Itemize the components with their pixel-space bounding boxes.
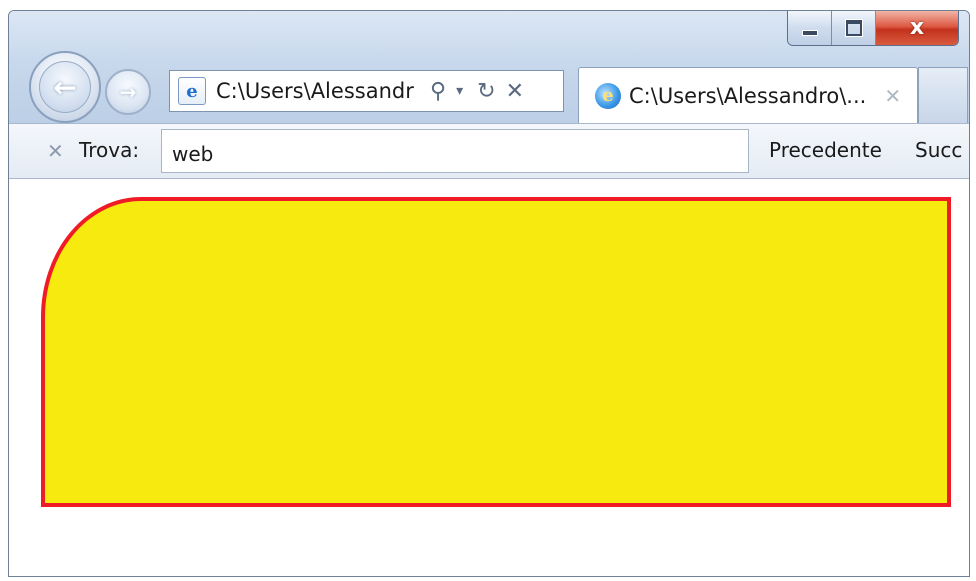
page-content xyxy=(9,179,969,576)
forward-arrow-icon: → xyxy=(119,80,137,104)
forward-button[interactable]: → xyxy=(105,69,151,115)
address-url[interactable]: C:\Users\Alessandr xyxy=(216,79,426,103)
stop-icon[interactable]: ✕ xyxy=(506,79,524,104)
find-input[interactable]: web xyxy=(161,129,749,173)
refresh-icon[interactable]: ↻ xyxy=(477,79,495,104)
chevron-down-icon[interactable]: ▾ xyxy=(456,83,463,99)
find-bar: ✕ Trova: web Precedente Succ xyxy=(9,123,969,179)
address-bar[interactable]: e C:\Users\Alessandr ⚲ ▾ ↻ ✕ xyxy=(169,70,564,112)
close-icon: x xyxy=(909,15,925,40)
ie-logo-icon: e xyxy=(595,82,621,109)
close-window-button[interactable]: x xyxy=(876,11,958,45)
back-arrow-icon: ← xyxy=(39,61,91,113)
rounded-yellow-box xyxy=(41,197,951,507)
ie-page-icon: e xyxy=(178,77,206,105)
maximize-button[interactable] xyxy=(832,11,876,45)
find-close-icon[interactable]: ✕ xyxy=(47,139,64,163)
title-bar: x ← → e C:\Users\Alessandr ⚲ ▾ ↻ ✕ e C:\… xyxy=(9,11,969,123)
tab-active[interactable]: e C:\Users\Alessandro\... ✕ xyxy=(578,67,918,123)
maximize-icon xyxy=(845,20,862,36)
find-label: Trova: xyxy=(79,138,140,162)
search-icon[interactable]: ⚲ xyxy=(430,79,446,104)
new-tab-button[interactable] xyxy=(918,67,968,123)
tab-close-icon[interactable]: ✕ xyxy=(884,84,901,108)
caption-buttons: x xyxy=(787,11,959,46)
minimize-button[interactable] xyxy=(788,11,832,45)
minimize-icon xyxy=(801,30,818,36)
find-previous-button[interactable]: Precedente xyxy=(769,138,882,162)
tab-title: C:\Users\Alessandro\... xyxy=(629,83,867,108)
browser-window: x ← → e C:\Users\Alessandr ⚲ ▾ ↻ ✕ e C:\… xyxy=(8,10,970,577)
find-next-button[interactable]: Succ xyxy=(915,138,962,162)
address-tools: ⚲ ▾ ↻ ✕ xyxy=(430,79,534,104)
back-button[interactable]: ← xyxy=(29,51,101,123)
